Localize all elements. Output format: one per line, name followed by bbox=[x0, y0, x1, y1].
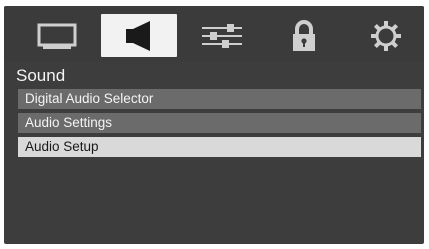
tab-picture[interactable] bbox=[19, 14, 95, 57]
menu-item-digital-audio-selector[interactable]: Digital Audio Selector bbox=[18, 89, 421, 109]
tab-settings-adjust[interactable] bbox=[184, 14, 260, 57]
speaker-icon bbox=[122, 20, 156, 51]
menu-item-audio-settings[interactable]: Audio Settings bbox=[18, 113, 421, 133]
menu-title: Sound bbox=[16, 66, 66, 85]
sliders-icon bbox=[200, 22, 244, 50]
tv-menu-screen: Sound Digital Audio Selector Audio Setti… bbox=[4, 6, 424, 244]
menu-item-audio-setup[interactable]: Audio Setup bbox=[18, 137, 421, 157]
tab-setup[interactable] bbox=[348, 14, 424, 57]
picture-icon bbox=[37, 23, 77, 49]
tab-sound[interactable] bbox=[101, 14, 177, 57]
gear-icon bbox=[370, 20, 402, 52]
category-tab-bar bbox=[4, 6, 424, 62]
lock-icon bbox=[289, 19, 319, 53]
tab-lock[interactable] bbox=[266, 14, 342, 57]
